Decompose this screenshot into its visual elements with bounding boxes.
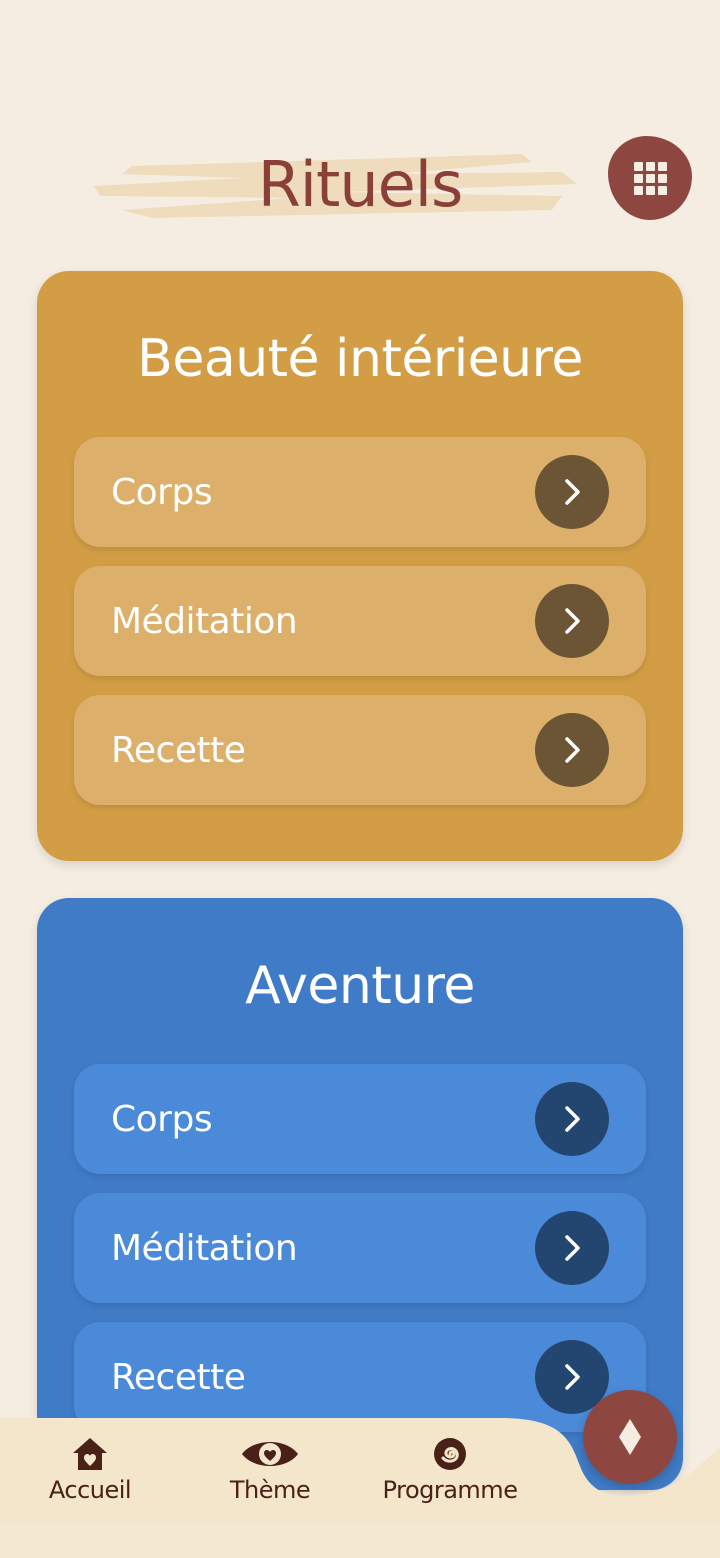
spiral-icon xyxy=(434,1438,466,1470)
nav-label: Thème xyxy=(229,1476,311,1504)
ritual-row-meditation[interactable]: Méditation xyxy=(74,566,646,676)
grid-icon xyxy=(633,161,667,195)
floating-action-button[interactable] xyxy=(583,1390,677,1484)
row-label: Corps xyxy=(111,1098,213,1140)
ritual-row-recette[interactable]: Recette xyxy=(74,1322,646,1432)
eye-icon xyxy=(242,1442,298,1466)
chevron-right-icon[interactable] xyxy=(535,1082,609,1156)
nav-item-programme[interactable]: Programme xyxy=(375,1436,525,1504)
rituels-screen: Rituels Beauté intérieure Corps Méditati… xyxy=(0,0,720,1558)
nav-item-accueil[interactable]: Accueil xyxy=(40,1436,140,1504)
diamond-icon xyxy=(619,1419,641,1455)
nav-label: Programme xyxy=(382,1476,518,1504)
chevron-right-icon[interactable] xyxy=(535,584,609,658)
nav-item-theme[interactable]: Thème xyxy=(215,1436,325,1504)
row-label: Méditation xyxy=(111,600,298,642)
chevron-right-icon[interactable] xyxy=(535,713,609,787)
section-card-beaute-interieure: Beauté intérieure Corps Méditation Recet… xyxy=(37,271,683,861)
chevron-right-icon[interactable] xyxy=(535,1211,609,1285)
row-label: Méditation xyxy=(111,1227,298,1269)
chevron-right-icon[interactable] xyxy=(535,455,609,529)
ritual-row-recette[interactable]: Recette xyxy=(74,695,646,805)
ritual-row-corps[interactable]: Corps xyxy=(74,1064,646,1174)
section-title: Aventure xyxy=(245,956,475,1016)
grid-menu-button[interactable] xyxy=(608,136,692,220)
nav-label: Accueil xyxy=(48,1476,132,1504)
ritual-row-corps[interactable]: Corps xyxy=(74,437,646,547)
section-title: Beauté intérieure xyxy=(137,329,583,389)
row-label: Corps xyxy=(111,471,213,513)
section-card-aventure: Aventure Corps Méditation Recette xyxy=(37,898,683,1490)
ritual-row-meditation[interactable]: Méditation xyxy=(74,1193,646,1303)
row-label: Recette xyxy=(111,729,246,771)
row-label: Recette xyxy=(111,1356,246,1398)
home-icon xyxy=(73,1438,107,1470)
